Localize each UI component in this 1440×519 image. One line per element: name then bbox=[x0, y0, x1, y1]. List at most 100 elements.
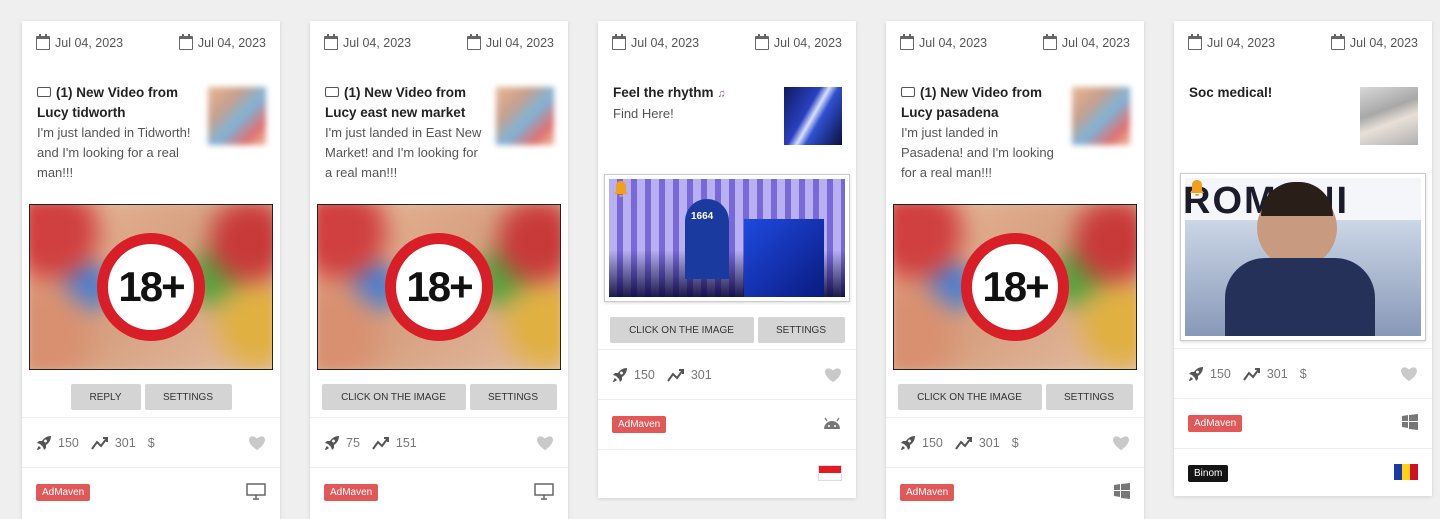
start-date: Jul 04, 2023 bbox=[1188, 34, 1275, 50]
network-row: AdMaven bbox=[886, 467, 1144, 517]
start-date: Jul 04, 2023 bbox=[900, 34, 987, 50]
trend-icon bbox=[372, 436, 390, 450]
country-row bbox=[598, 449, 856, 499]
calendar-icon bbox=[612, 34, 626, 50]
desktop-icon bbox=[534, 483, 554, 501]
calendar-icon bbox=[178, 34, 193, 50]
ad-description: I'm just landed in Tidworth! and I'm loo… bbox=[37, 125, 191, 180]
date-range: Jul 04, 2023 Jul 04, 2023 bbox=[598, 21, 856, 67]
start-date: Jul 04, 2023 bbox=[36, 34, 123, 50]
clicks-stat: 301 bbox=[1243, 367, 1288, 381]
rocket-icon bbox=[1188, 366, 1204, 382]
heart-icon[interactable] bbox=[248, 435, 266, 451]
calendar-icon bbox=[1188, 34, 1202, 50]
end-date: Jul 04, 2023 bbox=[178, 34, 266, 50]
heart-icon[interactable] bbox=[536, 435, 554, 451]
ad-stats: 75 151 bbox=[310, 417, 568, 467]
ad-title: (1) New Video from Lucy tidworth bbox=[37, 85, 179, 120]
click-on-image-button[interactable]: CLICK ON THE IMAGE bbox=[609, 317, 754, 343]
romania-flag-icon bbox=[1394, 464, 1418, 480]
ad-thumbnail bbox=[1072, 87, 1130, 145]
ad-description: I'm just landed in Pasadena! and I'm loo… bbox=[901, 125, 1054, 180]
network-tag[interactable]: AdMaven bbox=[1188, 415, 1243, 432]
ad-creative-image[interactable]: 18+ bbox=[29, 204, 273, 370]
calendar-icon bbox=[754, 34, 769, 50]
ad-creative-image[interactable]: 18+ bbox=[893, 204, 1137, 370]
network-row: AdMaven bbox=[1174, 398, 1432, 448]
ad-thumbnail bbox=[1360, 87, 1418, 145]
video-camera-icon bbox=[901, 87, 915, 98]
trend-icon bbox=[1243, 367, 1261, 381]
cost-stat: $ bbox=[1011, 435, 1019, 450]
ad-thumbnail bbox=[496, 87, 554, 145]
adult-18-plus-icon: 18+ bbox=[961, 233, 1069, 341]
start-date: Jul 04, 2023 bbox=[324, 34, 411, 50]
trend-icon bbox=[91, 436, 109, 450]
network-tag[interactable]: AdMaven bbox=[900, 484, 955, 501]
click-on-image-button[interactable]: CLICK ON THE IMAGE bbox=[897, 384, 1042, 410]
indonesia-flag-icon bbox=[818, 465, 842, 481]
start-date: Jul 04, 2023 bbox=[612, 34, 699, 50]
calendar-icon bbox=[36, 34, 50, 50]
end-date: Jul 04, 2023 bbox=[1330, 34, 1418, 50]
click-on-image-button[interactable]: CLICK ON THE IMAGE bbox=[321, 384, 466, 410]
news-photo: ROMANI bbox=[1185, 178, 1421, 336]
impressions-stat: 75 bbox=[324, 435, 360, 451]
impressions-stat: 150 bbox=[900, 435, 943, 451]
network-tag[interactable]: AdMaven bbox=[324, 484, 379, 501]
ad-title: Feel the rhythm ♫ bbox=[613, 85, 726, 100]
impressions-stat: 150 bbox=[1188, 366, 1231, 382]
heart-icon[interactable] bbox=[1400, 366, 1418, 382]
bell-icon bbox=[611, 179, 631, 199]
end-date: Jul 04, 2023 bbox=[754, 34, 842, 50]
ad-description: I'm just landed in East New Market! and … bbox=[325, 125, 482, 180]
cost-stat: $ bbox=[1299, 366, 1307, 381]
settings-button[interactable]: SETTINGS bbox=[144, 384, 232, 410]
reply-button[interactable]: REPLY bbox=[70, 384, 141, 410]
end-date: Jul 04, 2023 bbox=[466, 34, 554, 50]
tracker-tag[interactable]: Binom bbox=[1188, 465, 1229, 482]
rocket-icon bbox=[36, 435, 52, 451]
ad-creative-image[interactable]: 1664 bbox=[604, 174, 850, 302]
network-tag[interactable]: AdMaven bbox=[36, 484, 91, 501]
event-photo: 1664 bbox=[609, 179, 845, 297]
ad-card: Jul 04, 2023 Jul 04, 2023 (1) New Video … bbox=[22, 21, 280, 519]
ad-card: Jul 04, 2023 Jul 04, 2023 Soc medical! R… bbox=[1174, 21, 1432, 496]
heart-icon[interactable] bbox=[824, 367, 842, 383]
ad-creative-image[interactable]: 18+ bbox=[317, 204, 561, 370]
network-row: AdMaven bbox=[598, 399, 856, 449]
impressions-stat: 150 bbox=[612, 367, 655, 383]
ad-card: Jul 04, 2023 Jul 04, 2023 (1) New Video … bbox=[886, 21, 1144, 519]
ad-thumbnail bbox=[208, 87, 266, 145]
impressions-stat: 150 bbox=[36, 435, 79, 451]
ad-creative-image[interactable]: ROMANI bbox=[1180, 173, 1426, 341]
clicks-stat: 301 bbox=[91, 436, 136, 450]
ad-title: (1) New Video from Lucy pasadena bbox=[901, 85, 1043, 120]
clicks-stat: 301 bbox=[667, 368, 712, 382]
end-date: Jul 04, 2023 bbox=[1042, 34, 1130, 50]
bell-icon bbox=[1187, 178, 1207, 198]
date-range: Jul 04, 2023 Jul 04, 2023 bbox=[886, 21, 1144, 67]
ad-stats: 150 301 bbox=[598, 349, 856, 399]
settings-button[interactable]: SETTINGS bbox=[757, 317, 845, 343]
ad-title: (1) New Video from Lucy east new market bbox=[325, 85, 467, 120]
ad-stats: 150 301 $ bbox=[886, 417, 1144, 467]
trend-icon bbox=[667, 368, 685, 382]
rocket-icon bbox=[612, 367, 628, 383]
tracker-row: Binom bbox=[1174, 448, 1432, 498]
settings-button[interactable]: SETTINGS bbox=[1045, 384, 1133, 410]
calendar-icon bbox=[1330, 34, 1345, 50]
ad-stats: 150 301 $ bbox=[22, 417, 280, 467]
video-camera-icon bbox=[325, 87, 339, 98]
video-camera-icon bbox=[37, 87, 51, 98]
network-tag[interactable]: AdMaven bbox=[612, 416, 667, 433]
ad-thumbnail bbox=[784, 87, 842, 145]
clicks-stat: 301 bbox=[955, 436, 1000, 450]
desktop-icon bbox=[246, 483, 266, 501]
heart-icon[interactable] bbox=[1112, 435, 1130, 451]
network-row: AdMaven bbox=[310, 467, 568, 517]
settings-button[interactable]: SETTINGS bbox=[469, 384, 557, 410]
brand-text: 1664 bbox=[691, 211, 714, 222]
calendar-icon bbox=[466, 34, 481, 50]
ad-description: Find Here! bbox=[613, 106, 674, 121]
